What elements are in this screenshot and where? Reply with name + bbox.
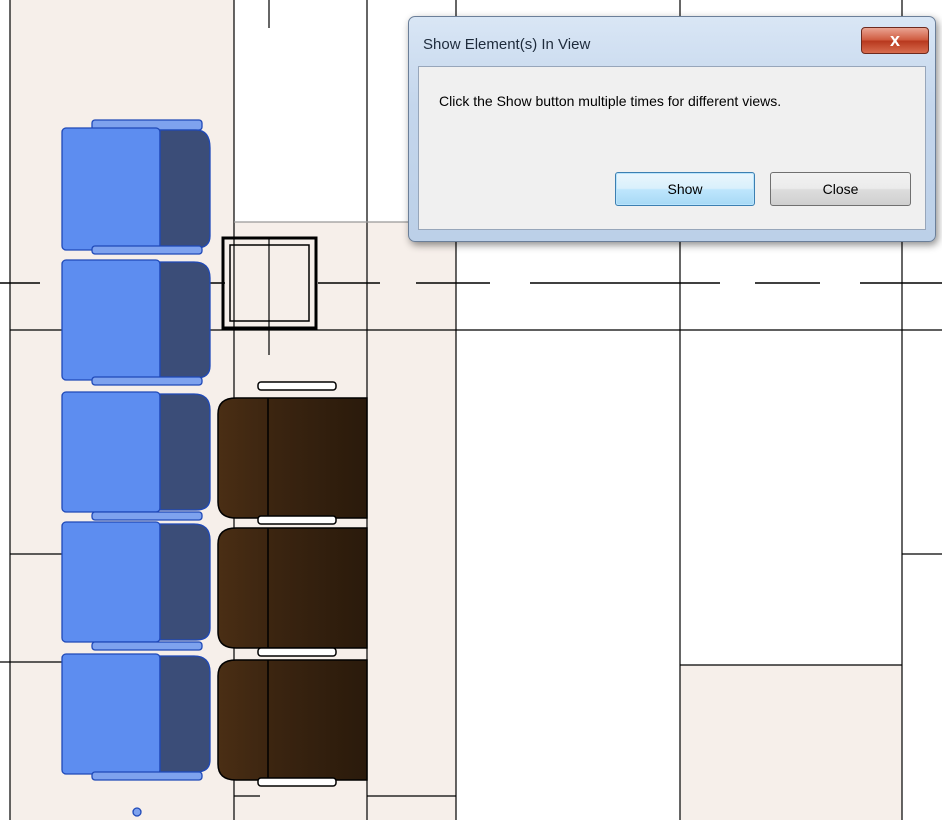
dialog-title: Show Element(s) In View — [423, 36, 591, 53]
chair[interactable] — [217, 381, 368, 519]
chair[interactable] — [217, 647, 368, 787]
selected-chair[interactable] — [61, 119, 211, 255]
selected-chair[interactable] — [61, 259, 211, 386]
show-elements-dialog: Show Element(s) In View x Click the Show… — [408, 16, 936, 242]
close-button[interactable]: Close — [770, 172, 911, 206]
dialog-body: Click the Show button multiple times for… — [418, 66, 926, 230]
selected-chairs[interactable] — [61, 119, 211, 817]
show-button[interactable]: Show — [615, 172, 755, 206]
room-region-lower-right — [680, 665, 902, 820]
selected-chair[interactable] — [61, 653, 211, 781]
chair[interactable] — [217, 515, 368, 649]
close-icon[interactable]: x — [861, 27, 929, 54]
dialog-message: Click the Show button multiple times for… — [439, 93, 782, 109]
chair-grip-point[interactable] — [132, 807, 142, 817]
dialog-title-bar[interactable]: Show Element(s) In View x — [409, 17, 935, 61]
chairs[interactable] — [217, 381, 368, 787]
selected-chair[interactable] — [61, 521, 211, 651]
selected-chair[interactable] — [61, 391, 211, 521]
